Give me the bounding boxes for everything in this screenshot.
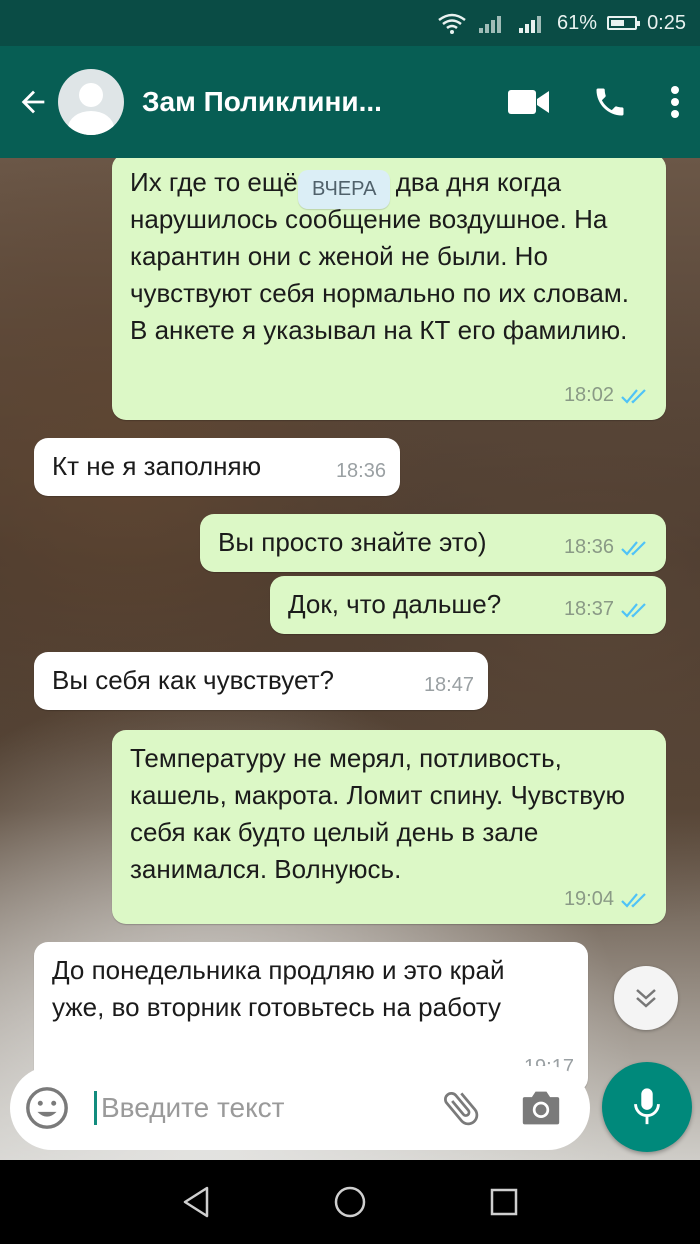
- message-bubble[interactable]: Док, что дальше? 18:37: [270, 576, 666, 634]
- double-check-icon: [621, 602, 646, 618]
- system-navigation-bar: [0, 1160, 700, 1244]
- avatar[interactable]: [58, 69, 124, 135]
- status-bar: 61% 0:25: [0, 0, 700, 46]
- back-button[interactable]: [6, 46, 60, 158]
- chat-header: Зам Поликлини...: [0, 46, 700, 158]
- message-bubble[interactable]: Вы себя как чувствует? 18:47: [34, 652, 488, 710]
- double-check-icon: [621, 540, 646, 556]
- message-time: 18:36: [335, 460, 386, 482]
- double-check-icon: [621, 892, 646, 908]
- voice-message-button[interactable]: [602, 1062, 692, 1152]
- message-time: 18:37: [563, 598, 614, 620]
- contact-name[interactable]: Зам Поликлини...: [142, 86, 432, 118]
- chevron-double-down-icon: [636, 989, 656, 1008]
- date-separator: ВЧЕРА: [298, 170, 391, 209]
- message-time: 18:36: [563, 536, 614, 558]
- message-bubble[interactable]: Кт не я заполняю 18:36: [34, 438, 400, 496]
- message-composer: [10, 1066, 590, 1150]
- nav-home-icon[interactable]: [333, 1185, 367, 1219]
- wifi-icon: [438, 13, 466, 34]
- more-vertical-icon[interactable]: [670, 85, 680, 119]
- message-time: 18:47: [423, 674, 474, 696]
- message-bubble[interactable]: Температуру не мерял, потливость, кашель…: [112, 730, 666, 924]
- message-list[interactable]: Их где то ещё искали два дня когда наруш…: [0, 158, 700, 1160]
- message-time: 18:02: [563, 384, 614, 406]
- paperclip-icon[interactable]: [439, 1086, 483, 1130]
- message-meta: 18:47: [424, 667, 474, 704]
- camera-icon[interactable]: [519, 1088, 563, 1128]
- emoji-icon[interactable]: [24, 1085, 70, 1131]
- nav-back-icon[interactable]: [181, 1185, 211, 1219]
- cellular-signal-icon: [477, 13, 507, 33]
- double-check-icon: [621, 388, 646, 404]
- microphone-icon: [634, 1088, 660, 1125]
- scroll-to-bottom-button[interactable]: [614, 966, 678, 1030]
- nav-recent-icon[interactable]: [489, 1187, 519, 1217]
- message-text: Вы себя как чувствует?: [52, 665, 334, 695]
- message-meta: 18:36: [336, 453, 386, 490]
- cellular-signal-2-icon: [517, 13, 547, 33]
- phone-icon[interactable]: [592, 84, 628, 120]
- message-bubble[interactable]: Вы просто знайте это) 18:36: [200, 514, 666, 572]
- video-camera-icon[interactable]: [508, 88, 550, 116]
- clock: 0:25: [647, 11, 686, 34]
- message-meta: 18:02: [564, 377, 652, 414]
- message-text: Температуру не мерял, потливость, кашель…: [130, 743, 625, 884]
- battery-percent: 61%: [557, 11, 598, 34]
- arrow-left-icon: [21, 90, 45, 114]
- message-time: 19:04: [563, 888, 614, 910]
- battery-icon: [607, 16, 641, 30]
- message-meta: 19:04: [564, 881, 652, 918]
- message-text: До понедельника продляю и это край уже, …: [52, 955, 505, 1022]
- message-text: Кт не я заполняю: [52, 451, 262, 481]
- message-meta: 18:37: [564, 591, 652, 628]
- message-input[interactable]: [94, 1091, 433, 1125]
- message-meta: 18:36: [564, 529, 652, 566]
